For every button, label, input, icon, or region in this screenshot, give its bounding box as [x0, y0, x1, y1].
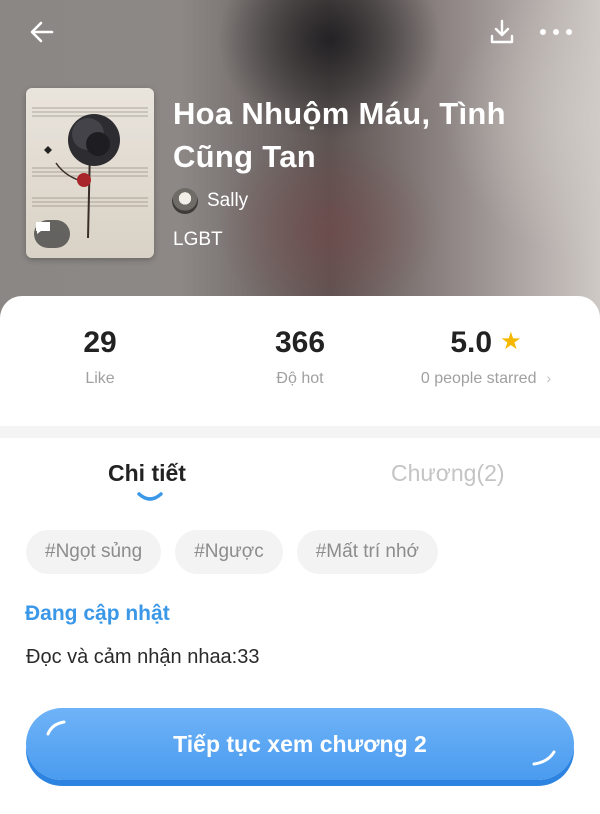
more-button[interactable]	[538, 14, 574, 50]
tag-list: #Ngọt sủng #Ngược #Mất trí nhớ	[26, 530, 452, 574]
stat-hot: 366 Độ hot	[200, 326, 400, 388]
arrow-left-icon	[30, 21, 54, 43]
rating-value: 5.0	[450, 326, 493, 359]
chevron-right-icon: ›	[546, 370, 552, 386]
continue-reading-button[interactable]: Tiếp tục xem chương 2	[26, 708, 574, 780]
likes-label: Like	[85, 370, 115, 387]
tab-chapters[interactable]: Chương(2)	[391, 460, 505, 487]
tag-chip[interactable]: #Ngọt sủng	[26, 530, 162, 574]
tag-chip[interactable]: #Ngược	[175, 530, 283, 574]
hot-label: Độ hot	[276, 370, 324, 387]
update-status: Đang cập nhật	[25, 602, 170, 625]
stat-likes: 29 Like	[0, 326, 200, 388]
author-name: Sally	[207, 190, 249, 211]
back-button[interactable]	[24, 14, 60, 50]
hot-value: 366	[274, 326, 326, 359]
story-description: Đọc và cảm nhận nhaa:33	[26, 646, 260, 668]
more-horizontal-icon	[540, 29, 572, 35]
likes-value: 29	[83, 326, 117, 359]
stat-rating[interactable]: 5.0 ★ 0 people starred ›	[386, 326, 586, 388]
tab-details[interactable]: Chi tiết	[108, 460, 186, 487]
star-icon: ★	[500, 328, 522, 355]
author[interactable]: Sally	[172, 188, 248, 214]
book-cover[interactable]	[26, 88, 154, 258]
genre-label[interactable]: LGBT	[173, 229, 223, 251]
sparkle-icon	[46, 720, 66, 736]
rating-label: 0 people starred	[420, 370, 537, 387]
download-button[interactable]	[484, 14, 520, 50]
stats-row: 29 Like 366 Độ hot 5.0 ★ 0 people starred…	[0, 296, 600, 426]
avatar	[172, 188, 198, 214]
sparkle-icon	[532, 750, 556, 766]
tag-chip[interactable]: #Mất trí nhớ	[296, 530, 439, 574]
details-card: 29 Like 366 Độ hot 5.0 ★ 0 people starred…	[0, 296, 600, 814]
active-tab-indicator	[137, 492, 163, 501]
section-divider	[0, 426, 600, 438]
download-icon	[490, 19, 514, 44]
chat-bubble-icon	[36, 222, 50, 234]
continue-reading-label: Tiếp tục xem chương 2	[173, 730, 427, 757]
tab-bar: Chi tiết Chương(2)	[0, 446, 600, 506]
story-title: Hoa Nhuộm Máu, Tình Cũng Tan	[173, 96, 506, 174]
comment-badge	[34, 220, 70, 248]
